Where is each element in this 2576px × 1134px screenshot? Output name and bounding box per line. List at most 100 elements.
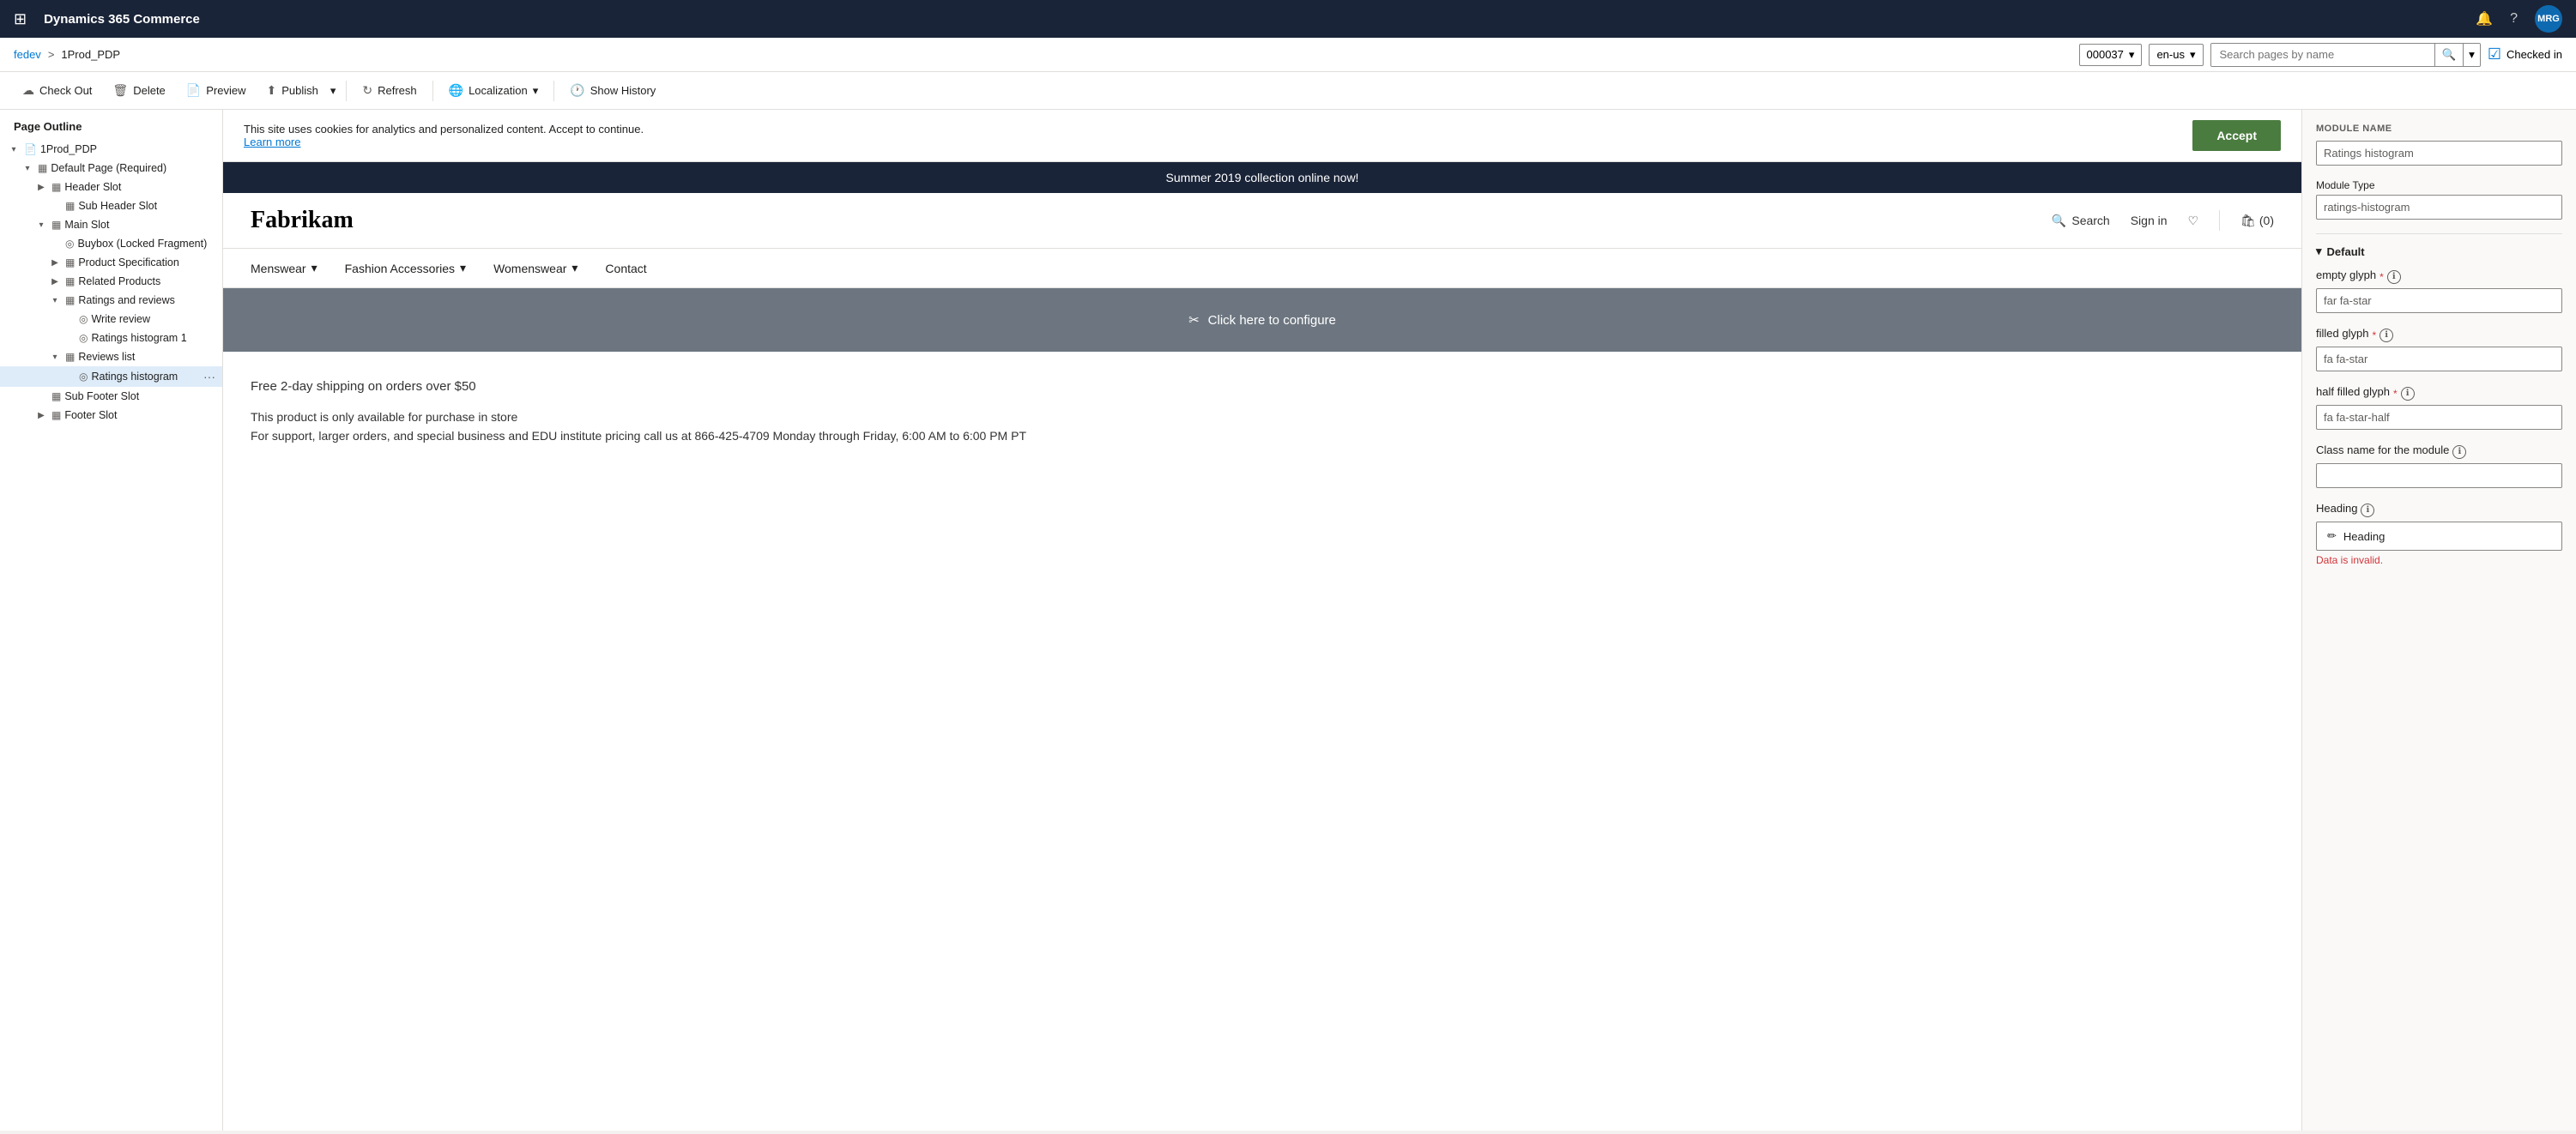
empty-glyph-label: empty glyph [2316, 268, 2376, 281]
class-name-input[interactable] [2316, 463, 2562, 488]
class-name-label: Class name for the module [2316, 443, 2449, 456]
tree-item[interactable]: ▾ 📄 1Prod_PDP [0, 140, 222, 159]
delete-button[interactable]: 🗑 Delete [104, 78, 173, 103]
tree-item[interactable]: ▶ ▦ Related Products [0, 272, 222, 291]
module-icon: ▦ [65, 200, 75, 212]
cart-icon-group[interactable]: 🛍 (0) [2240, 214, 2274, 228]
nav-chevron-menswear: ▾ [311, 261, 317, 275]
filled-glyph-info-icon[interactable]: ℹ [2379, 329, 2393, 342]
cart-bag-icon: 🛍 [2240, 214, 2256, 228]
bell-icon[interactable]: 🔔 [2476, 10, 2493, 27]
localization-button[interactable]: 🌐 Localization ▾ [440, 78, 547, 103]
module-type-label: Module Type [2316, 179, 2562, 191]
checkout-button[interactable]: ☁ Check Out [14, 78, 100, 103]
learn-more-link[interactable]: Learn more [244, 136, 300, 148]
tree-item[interactable]: ▶ ▦ Product Specification [0, 253, 222, 272]
publish-icon: ⬆ [266, 83, 276, 98]
promo-text: Summer 2019 collection online now! [1166, 171, 1359, 184]
module-icon: ◎ [79, 313, 88, 325]
empty-glyph-input[interactable] [2316, 288, 2562, 313]
module-icon: ▦ [38, 162, 47, 174]
module-name-section-title: MODULE NAME [2316, 124, 2562, 134]
heading-error-text: Data is invalid. [2316, 554, 2562, 566]
empty-glyph-field: empty glyph * ℹ [2316, 268, 2562, 313]
tree-item[interactable]: ▾ ▦ Reviews list [0, 347, 222, 366]
module-icon: ▦ [51, 219, 61, 231]
avatar[interactable]: MRG [2535, 5, 2562, 33]
tree-item[interactable]: ▶ ▦ Footer Slot [0, 406, 222, 425]
half-filled-glyph-field: half filled glyph * ℹ [2316, 385, 2562, 430]
half-filled-glyph-info-icon[interactable]: ℹ [2401, 387, 2415, 401]
tree-toggle: ▾ [48, 296, 62, 305]
tree-item[interactable]: ▾ ▦ Ratings and reviews [0, 291, 222, 310]
half-filled-glyph-label-row: half filled glyph * ℹ [2316, 385, 2562, 401]
tree-item[interactable]: ▦ Sub Footer Slot [0, 387, 222, 406]
heading-edit-button[interactable]: ✏ Heading [2316, 522, 2562, 551]
module-icon: ▦ [51, 390, 61, 402]
half-filled-glyph-input[interactable] [2316, 405, 2562, 430]
show-history-button[interactable]: 🕐 Show History [561, 78, 664, 103]
heading-label: Heading [2316, 502, 2357, 515]
grid-icon[interactable]: ⊞ [14, 10, 27, 28]
wishlist-icon[interactable]: ♡ [2188, 214, 2199, 228]
site-search-link[interactable]: 🔍 Search [2052, 214, 2110, 228]
search-pages-dropdown-button[interactable]: ▾ [2463, 44, 2480, 66]
search-pages-button[interactable]: 🔍 [2434, 44, 2464, 66]
nav-divider [2219, 210, 2220, 231]
cart-count: (0) [2259, 214, 2274, 227]
checkout-icon: ☁ [22, 83, 34, 98]
tree-item[interactable]: ◎ Write review [0, 310, 222, 329]
module-name-input[interactable] [2316, 141, 2562, 166]
default-section-toggle[interactable]: ▾ Default [2316, 244, 2562, 258]
nav-item-contact[interactable]: Contact [605, 250, 646, 287]
locale-dropdown[interactable]: en-us ▾ [2149, 44, 2203, 66]
tree-item[interactable]: ◎ Buybox (Locked Fragment) [0, 234, 222, 253]
shipping-text: Free 2-day shipping on orders over $50 [251, 379, 2274, 394]
nav-item-menswear[interactable]: Menswear ▾ [251, 249, 317, 287]
filled-glyph-input[interactable] [2316, 347, 2562, 371]
breadcrumb-link[interactable]: fedev [14, 48, 41, 61]
empty-glyph-info-icon[interactable]: ℹ [2387, 270, 2401, 284]
tree-item[interactable]: ◎ Ratings histogram ··· [0, 366, 222, 387]
help-icon[interactable]: ? [2510, 11, 2518, 27]
page-icon: 📄 [24, 143, 37, 155]
tree-label: 1Prod_PDP [40, 143, 215, 155]
tree-toggle: ▶ [34, 183, 48, 192]
filled-glyph-label: filled glyph [2316, 327, 2368, 340]
publish-dropdown-button[interactable]: ▾ [327, 79, 340, 103]
accept-button[interactable]: Accept [2192, 120, 2281, 151]
tree-item[interactable]: ▾ ▦ Main Slot [0, 215, 222, 234]
toolbar-divider-1 [346, 81, 347, 101]
search-pages-input[interactable] [2211, 44, 2434, 66]
publish-button[interactable]: ⬆ Publish [257, 78, 326, 103]
tree-label: Sub Header Slot [78, 200, 215, 212]
nav-item-womenswear[interactable]: Womenswear ▾ [493, 249, 577, 287]
store-id-dropdown[interactable]: 000037 ▾ [2079, 44, 2143, 66]
tree-label: Ratings and reviews [78, 294, 215, 306]
localization-icon: 🌐 [449, 83, 463, 98]
class-name-info-icon[interactable]: ℹ [2452, 445, 2466, 459]
module-type-input[interactable] [2316, 195, 2562, 220]
tree-label: Buybox (Locked Fragment) [77, 238, 215, 250]
tree-item[interactable]: ◎ Ratings histogram 1 [0, 329, 222, 347]
search-label: Search [2071, 214, 2109, 227]
tree-item[interactable]: ▶ ▦ Header Slot [0, 178, 222, 196]
refresh-button[interactable]: ↻ Refresh [354, 78, 425, 103]
tree-label: Product Specification [78, 256, 215, 268]
tree-item[interactable]: ▾ ▦ Default Page (Required) [0, 159, 222, 178]
tree-more-menu[interactable]: ··· [203, 370, 215, 383]
left-panel: Page Outline ▾ 📄 1Prod_PDP ▾ ▦ Default P… [0, 110, 223, 1131]
sign-in-link[interactable]: Sign in [2131, 214, 2168, 227]
tree-toggle: ▾ [21, 164, 34, 173]
tree-item[interactable]: ▦ Sub Header Slot [0, 196, 222, 215]
preview-button[interactable]: 📄 Preview [178, 78, 255, 103]
configure-area[interactable]: ✂ Click here to configure [223, 288, 2301, 352]
site-logo[interactable]: Fabrikam [251, 207, 354, 234]
nav-label-contact: Contact [605, 262, 646, 275]
publish-label: Publish [281, 84, 318, 97]
nav-item-fashion[interactable]: Fashion Accessories ▾ [345, 249, 466, 287]
tree-label: Footer Slot [64, 409, 215, 421]
tree-label: Related Products [78, 275, 215, 287]
heading-info-icon[interactable]: ℹ [2361, 504, 2374, 517]
module-icon: ◎ [79, 371, 88, 383]
